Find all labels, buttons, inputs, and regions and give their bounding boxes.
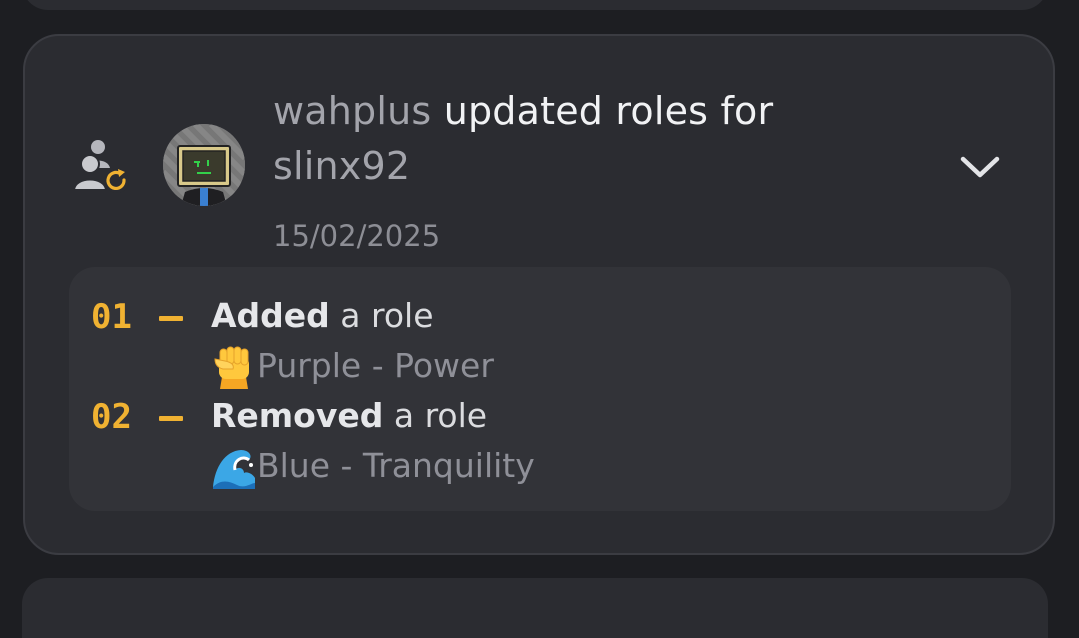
change-object: a role: [393, 396, 488, 435]
change-number: 02: [91, 397, 132, 437]
change-dash: [159, 316, 183, 321]
change-item: 02 Removed a role Blue - Tranquility: [69, 367, 1011, 489]
change-object: a role: [340, 296, 434, 335]
change-item: 01 Added a role Purple - Power: [69, 267, 1011, 389]
entry-headline: wahplus updated roles for slinx92: [273, 84, 893, 194]
role-name: Blue - Tranquility: [257, 446, 535, 485]
actor-username[interactable]: wahplus: [273, 89, 431, 133]
role-mention[interactable]: Blue - Tranquility: [211, 443, 535, 489]
water-wave-emoji-icon: [211, 443, 257, 489]
avatar[interactable]: [163, 124, 245, 206]
change-description: Added a role: [211, 293, 434, 339]
chevron-down-icon[interactable]: [958, 150, 1002, 184]
changes-list: 01 Added a role Purple - Power 02 Remove…: [69, 267, 1011, 511]
entry-date: 15/02/2025: [273, 219, 441, 253]
action-text: updated roles for: [443, 89, 774, 133]
change-number: 01: [91, 297, 132, 337]
next-log-entry[interactable]: [22, 578, 1048, 638]
change-verb: Added: [211, 296, 330, 335]
change-verb: Removed: [211, 396, 384, 435]
change-dash: [159, 416, 183, 421]
previous-log-entry[interactable]: [22, 0, 1048, 10]
member-role-update-icon: [70, 138, 132, 196]
change-description: Removed a role: [211, 393, 487, 439]
target-username[interactable]: slinx92: [273, 144, 410, 188]
